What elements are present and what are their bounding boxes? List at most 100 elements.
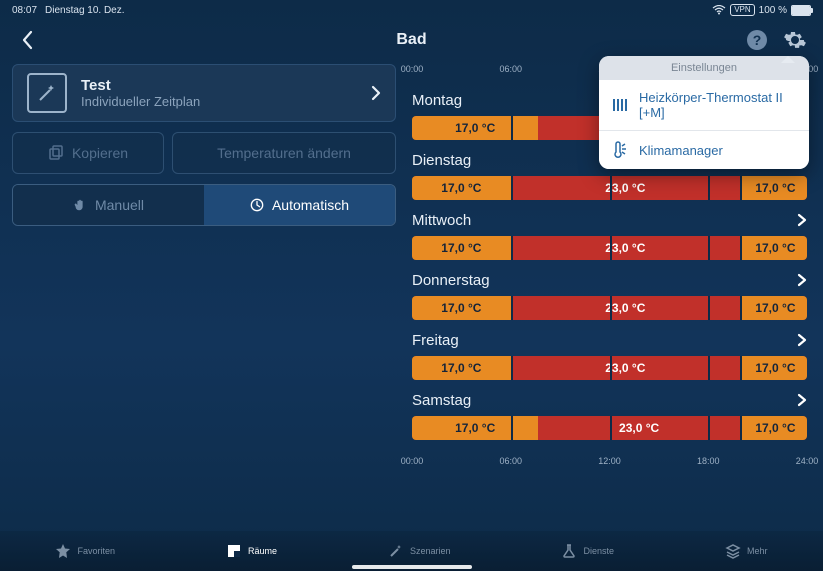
stack-icon: [725, 543, 741, 559]
bar-tick: [610, 296, 612, 320]
bar-tick: [708, 356, 710, 380]
bar-tick: [610, 236, 612, 260]
day-row: Samstag 17,0 °C23,0 °C17,0 °C: [412, 388, 807, 440]
temp-segment[interactable]: 17,0 °C: [412, 116, 538, 140]
flask-icon: [561, 543, 577, 559]
time-axis-bottom: 00:0006:0012:0018:0024:00: [412, 456, 807, 472]
day-row: Mittwoch 17,0 °C23,0 °C17,0 °C: [412, 208, 807, 260]
axis-tick: 06:00: [499, 456, 522, 466]
plan-name: Test: [81, 77, 357, 94]
help-button[interactable]: ?: [745, 28, 769, 52]
tab-rooms[interactable]: Räume: [226, 543, 277, 559]
day-header[interactable]: Mittwoch: [412, 208, 807, 232]
day-row: Freitag 17,0 °C23,0 °C17,0 °C: [412, 328, 807, 380]
page-title: Bad: [0, 31, 823, 49]
axis-tick: 00:00: [401, 64, 424, 74]
header: Bad ?: [0, 20, 823, 60]
settings-button[interactable]: [783, 28, 807, 52]
day-bar[interactable]: 17,0 °C23,0 °C17,0 °C: [412, 416, 807, 440]
chevron-right-icon: [797, 213, 807, 227]
star-icon: [55, 543, 71, 559]
popover-item-klimamanager[interactable]: Klimamanager: [599, 130, 809, 169]
temp-segment[interactable]: 17,0 °C: [740, 176, 807, 200]
day-name: Montag: [412, 92, 462, 109]
temp-segment[interactable]: 23,0 °C: [511, 356, 740, 380]
tab-serv-label: Dienste: [583, 546, 614, 556]
battery-pct: 100 %: [759, 5, 787, 16]
day-row: Donnerstag 17,0 °C23,0 °C17,0 °C: [412, 268, 807, 320]
status-bar: 08:07 Dienstag 10. Dez. VPN 100 %: [0, 0, 823, 20]
copy-icon: [48, 145, 64, 161]
bar-tick: [610, 356, 612, 380]
bar-tick: [511, 296, 513, 320]
change-temps-button[interactable]: Temperaturen ändern: [172, 132, 396, 174]
popover-item-thermostat[interactable]: Heizkörper-Thermostat II [+M]: [599, 80, 809, 130]
tab-fav-label: Favoriten: [77, 546, 115, 556]
temp-segment[interactable]: 17,0 °C: [412, 176, 511, 200]
tab-scenarios[interactable]: Szenarien: [388, 543, 451, 559]
temp-segment[interactable]: 17,0 °C: [740, 296, 807, 320]
axis-tick: 18:00: [697, 456, 720, 466]
climate-icon: [611, 141, 629, 159]
wifi-icon: [712, 5, 726, 15]
tab-favorites[interactable]: Favoriten: [55, 543, 115, 559]
temp-segment[interactable]: 17,0 °C: [740, 236, 807, 260]
axis-tick: 06:00: [499, 64, 522, 74]
chevron-right-icon: [797, 333, 807, 347]
plan-card[interactable]: Test Individueller Zeitplan: [12, 64, 396, 122]
popover-title: Einstellungen: [599, 56, 809, 80]
temp-segment[interactable]: 17,0 °C: [740, 356, 807, 380]
day-name: Mittwoch: [412, 212, 471, 229]
tab-more[interactable]: Mehr: [725, 543, 768, 559]
day-name: Dienstag: [412, 152, 471, 169]
day-header[interactable]: Samstag: [412, 388, 807, 412]
day-bar[interactable]: 17,0 °C23,0 °C17,0 °C: [412, 296, 807, 320]
temp-segment[interactable]: 17,0 °C: [412, 236, 511, 260]
mode-auto[interactable]: Automatisch: [204, 185, 395, 225]
axis-tick: 12:00: [598, 456, 621, 466]
chevron-right-icon: [797, 393, 807, 407]
mode-segment: Manuell Automatisch: [12, 184, 396, 226]
day-bar[interactable]: 17,0 °C23,0 °C17,0 °C: [412, 356, 807, 380]
day-bar[interactable]: 17,0 °C23,0 °C17,0 °C: [412, 236, 807, 260]
day-name: Donnerstag: [412, 272, 490, 289]
settings-popover: Einstellungen Heizkörper-Thermostat II […: [599, 56, 809, 169]
clock-icon: [250, 198, 264, 212]
rooms-icon: [226, 543, 242, 559]
mode-auto-label: Automatisch: [272, 197, 349, 213]
vpn-badge: VPN: [730, 4, 754, 16]
bar-tick: [610, 416, 612, 440]
mode-manual-label: Manuell: [95, 197, 144, 213]
bar-tick: [708, 176, 710, 200]
tab-services[interactable]: Dienste: [561, 543, 614, 559]
temp-segment[interactable]: 17,0 °C: [412, 296, 511, 320]
popover-item1-label: Heizkörper-Thermostat II [+M]: [639, 90, 797, 120]
plan-subtitle: Individueller Zeitplan: [81, 94, 357, 109]
bar-tick: [511, 236, 513, 260]
hand-icon: [73, 198, 87, 212]
bar-tick: [708, 416, 710, 440]
wand-icon: [388, 543, 404, 559]
temp-segment[interactable]: 23,0 °C: [511, 176, 740, 200]
day-name: Freitag: [412, 332, 459, 349]
tab-rooms-label: Räume: [248, 546, 277, 556]
bar-tick: [511, 116, 513, 140]
temp-segment[interactable]: 17,0 °C: [740, 416, 807, 440]
day-header[interactable]: Freitag: [412, 328, 807, 352]
temp-segment[interactable]: 23,0 °C: [511, 236, 740, 260]
temp-segment[interactable]: 23,0 °C: [511, 296, 740, 320]
magic-wand-icon: [27, 73, 67, 113]
day-header[interactable]: Donnerstag: [412, 268, 807, 292]
bar-tick: [511, 416, 513, 440]
day-name: Samstag: [412, 392, 471, 409]
copy-button[interactable]: Kopieren: [12, 132, 164, 174]
change-temps-label: Temperaturen ändern: [217, 145, 351, 161]
temp-segment[interactable]: 17,0 °C: [412, 416, 538, 440]
chevron-right-icon: [371, 85, 381, 101]
tab-more-label: Mehr: [747, 546, 768, 556]
mode-manual[interactable]: Manuell: [13, 185, 204, 225]
home-indicator: [352, 565, 472, 569]
chevron-right-icon: [797, 273, 807, 287]
temp-segment[interactable]: 17,0 °C: [412, 356, 511, 380]
day-bar[interactable]: 17,0 °C23,0 °C17,0 °C: [412, 176, 807, 200]
